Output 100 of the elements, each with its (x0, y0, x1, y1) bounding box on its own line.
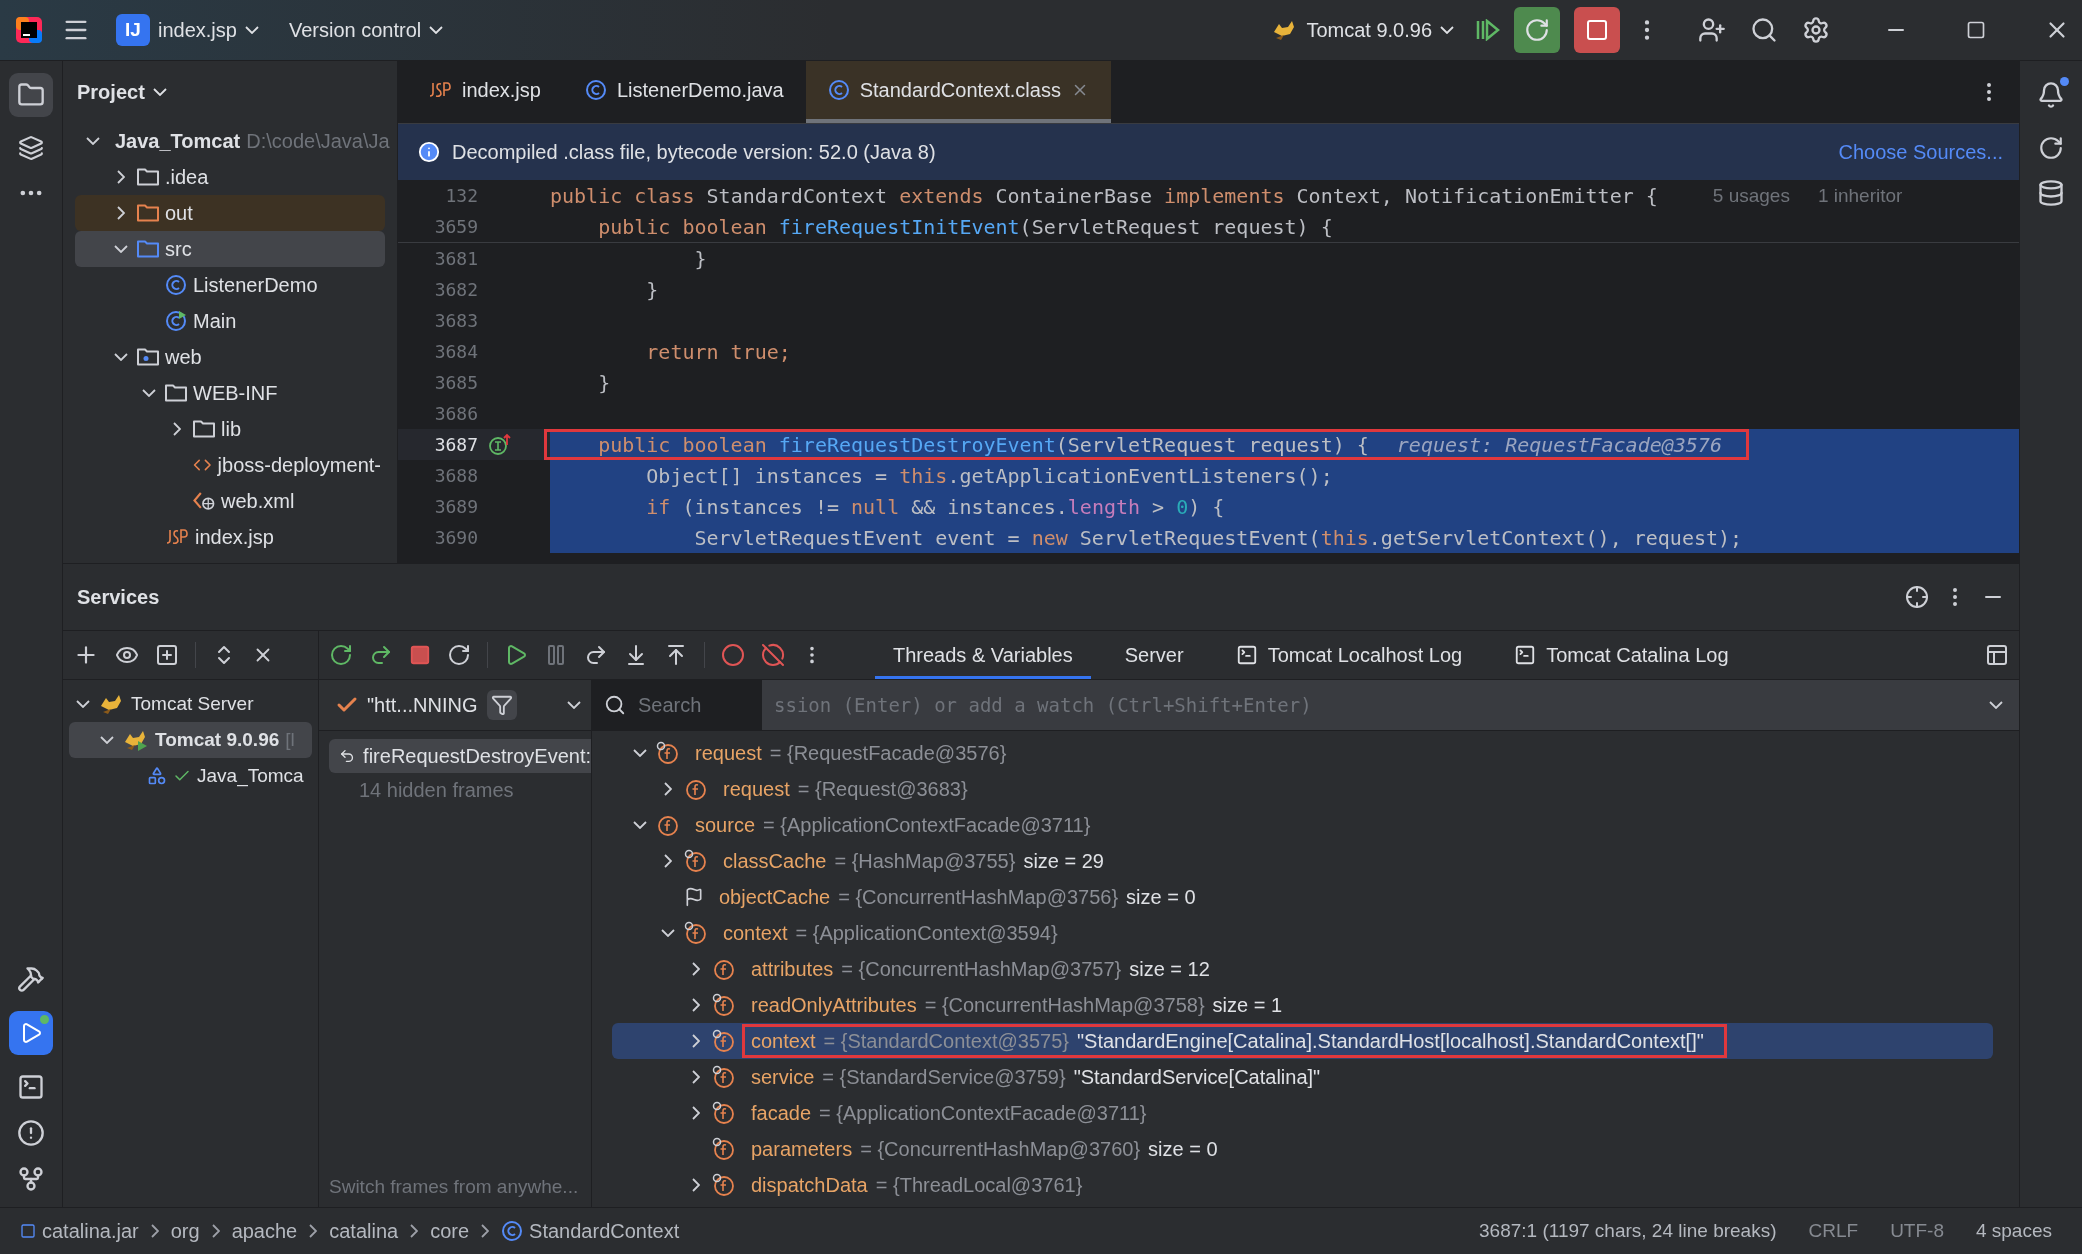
variable-row[interactable]: context = {StandardContext@3575} "StandardEngine[Catalina].StandardHost[localhost].StandardContext[]" (612, 1023, 1993, 1059)
chevron-down-icon[interactable] (100, 736, 114, 744)
variable-row[interactable]: readOnlyAttributes = {ConcurrentHashMap@3758} size = 1 (612, 987, 1993, 1023)
chevron-down-icon[interactable] (1989, 701, 2003, 709)
breadcrumb[interactable]: core (430, 1219, 470, 1243)
structure-icon[interactable] (18, 135, 44, 161)
chevron-right-icon[interactable] (692, 1106, 700, 1120)
editor-tab[interactable]: ListenerDemo.java (562, 61, 806, 123)
tree-item[interactable]: Tomcat Server (69, 686, 312, 722)
tree-item[interactable]: ListenerDemo (75, 267, 385, 303)
search-box[interactable]: Search (592, 680, 762, 730)
breakpoints-icon[interactable] (721, 643, 745, 667)
breadcrumb[interactable]: apache (231, 1219, 298, 1243)
chevron-right-icon[interactable] (173, 422, 181, 436)
chevron-down-icon[interactable] (152, 88, 167, 96)
indent-setting[interactable]: 4 spaces (1965, 1220, 2062, 1242)
stop-button[interactable] (1574, 7, 1620, 53)
debugger-tab[interactable]: Tomcat Catalina Log (1496, 631, 1747, 679)
chevron-down-icon[interactable] (567, 701, 581, 709)
app-logo-icon[interactable] (14, 15, 44, 45)
maximize-icon[interactable] (1966, 20, 1986, 40)
chevron-right-icon[interactable] (692, 1178, 700, 1192)
variable-row[interactable]: parameters = {ConcurrentHashMap@3760} size = 0 (612, 1131, 1993, 1167)
mute-breakpoints-icon[interactable] (761, 643, 785, 667)
chevron-right-icon[interactable] (117, 170, 125, 184)
variable-row[interactable]: dispatchData = {ThreadLocal@3761} (612, 1167, 1993, 1203)
variable-row[interactable]: objectCache = {ConcurrentHashMap@3756} size = 0 (612, 879, 1993, 915)
editor-tab[interactable]: StandardContext.class (805, 61, 1111, 123)
breadcrumb[interactable]: catalina (329, 1219, 399, 1243)
tree-item[interactable]: src (75, 231, 385, 267)
tree-item[interactable]: jboss-deployment- (75, 447, 385, 483)
chevron-right-icon[interactable] (117, 206, 125, 220)
chevron-right-icon[interactable] (692, 998, 700, 1012)
chevron-down-icon[interactable] (86, 137, 100, 145)
restart-icon[interactable] (447, 643, 471, 667)
choose-sources-link[interactable]: Choose Sources... (1838, 140, 2003, 164)
chevron-down-icon[interactable] (114, 353, 128, 361)
thread-selector[interactable]: "htt...NNING (335, 693, 478, 717)
step-over-icon[interactable] (584, 643, 608, 667)
chevron-down-icon[interactable] (114, 245, 128, 253)
chevron-down-icon[interactable] (142, 389, 156, 397)
override-marker-icon[interactable] (488, 432, 512, 457)
variable-row[interactable]: service = {StandardService@3759} "StandardService[Catalina]" (612, 1059, 1993, 1095)
variable-row[interactable]: request = {Request@3683} (612, 771, 1993, 807)
tree-item[interactable]: Main (75, 303, 385, 339)
breadcrumb[interactable]: StandardContext (501, 1219, 680, 1243)
chevron-down-icon[interactable] (1440, 26, 1454, 34)
variable-row[interactable]: request = {RequestFacade@3576} (612, 735, 1993, 771)
chevron-down-icon[interactable] (633, 821, 647, 829)
tree-item[interactable]: out (75, 195, 385, 231)
chevron-down-icon[interactable] (76, 700, 90, 708)
file-encoding[interactable]: UTF-8 (1880, 1220, 1954, 1242)
search-icon[interactable] (1750, 16, 1778, 44)
services-tool-button[interactable] (9, 1011, 53, 1055)
chevron-down-icon[interactable] (429, 26, 444, 34)
database-icon[interactable] (2037, 179, 2065, 207)
tree-item[interactable]: lib (75, 411, 385, 447)
breadcrumb[interactable]: catalina.jar (20, 1219, 139, 1243)
new-tab-icon[interactable] (155, 643, 179, 667)
chevron-right-icon[interactable] (664, 854, 672, 868)
line-ending[interactable]: CRLF (1798, 1220, 1869, 1242)
tree-item[interactable]: WEB-INF (75, 375, 385, 411)
watch-expression-field[interactable]: ssion (Enter) or add a watch (Ctrl+Shift+Enter) (772, 693, 1975, 717)
chevron-down-icon[interactable] (661, 929, 675, 937)
variable-row[interactable]: source = {ApplicationContextFacade@3711} (612, 807, 1993, 843)
search-field[interactable]: Search (636, 692, 750, 718)
settings-icon[interactable] (1802, 16, 1830, 44)
chevron-down-icon[interactable] (633, 749, 647, 757)
stop-icon[interactable] (409, 644, 431, 666)
caret-position[interactable]: 3687:1 (1197 chars, 24 line breaks) (1469, 1220, 1787, 1242)
rerun-icon[interactable] (329, 643, 353, 667)
folder-icon[interactable] (17, 81, 45, 109)
breadcrumb[interactable]: org (170, 1219, 200, 1243)
build-hammer-icon[interactable] (17, 965, 45, 993)
resume-icon[interactable] (1476, 19, 1500, 41)
problems-icon[interactable] (17, 1119, 45, 1147)
chevron-right-icon[interactable] (664, 782, 672, 796)
debugger-tab[interactable]: Tomcat Localhost Log (1217, 631, 1481, 679)
project-view-selector[interactable]: Project (77, 80, 167, 104)
debugger-tab[interactable]: Server (1106, 631, 1202, 679)
variable-row[interactable]: facade = {ApplicationContextFacade@3711} (612, 1095, 1993, 1131)
debug-button[interactable] (1514, 7, 1560, 53)
tree-item[interactable]: index.jsp (75, 519, 385, 555)
stack-frame[interactable]: fireRequestDestroyEvent: (329, 739, 591, 773)
run-config-selector[interactable]: Tomcat 9.0.96 (1264, 12, 1462, 48)
variable-row[interactable]: classCache = {HashMap@3755} size = 29 (612, 843, 1993, 879)
tree-item[interactable]: web.xml (75, 483, 385, 519)
chevron-right-icon[interactable] (692, 962, 700, 976)
chevron-down-icon[interactable] (244, 26, 259, 34)
locate-icon[interactable] (1905, 585, 1929, 609)
chevron-right-icon[interactable] (692, 1034, 700, 1048)
project-switcher[interactable]: IJ index.jsp (108, 8, 267, 52)
variable-row[interactable]: context = {ApplicationContext@3594} (612, 915, 1993, 951)
terminal-icon[interactable] (17, 1073, 45, 1101)
chevron-right-icon[interactable] (692, 1070, 700, 1084)
vcs-menu[interactable]: Version control (280, 12, 452, 48)
add-user-icon[interactable] (1698, 16, 1726, 44)
git-branch-icon[interactable] (17, 1165, 45, 1193)
watch-expression-box[interactable]: ssion (Enter) or add a watch (Ctrl+Shift+Enter) (762, 680, 2019, 730)
layout-icon[interactable] (1985, 643, 2009, 667)
